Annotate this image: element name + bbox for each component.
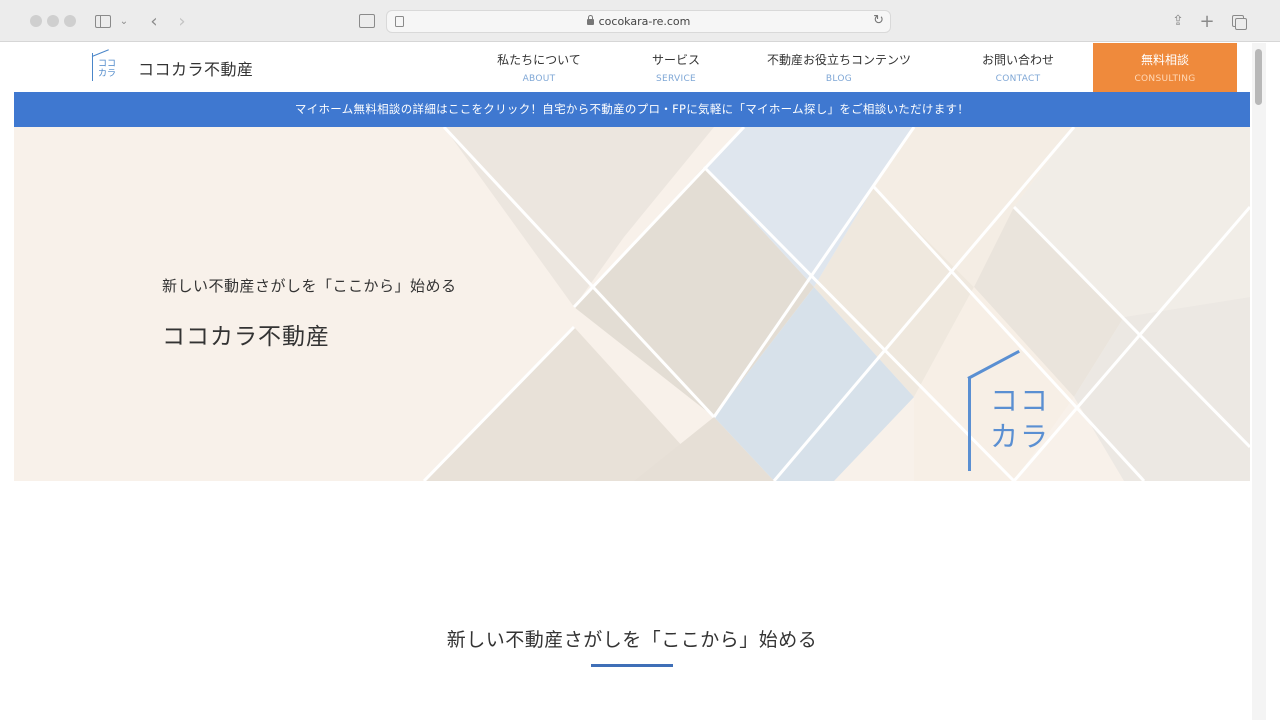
nav-item-about[interactable]: 私たちについて ABOUT: [484, 43, 594, 92]
site-logo[interactable]: ココカラ ココカラ不動産: [90, 51, 254, 85]
logo-mark-text: ココカラ: [98, 59, 117, 79]
logo-name: ココカラ不動産: [138, 60, 254, 79]
nav-item-service[interactable]: サービス SERVICE: [624, 43, 728, 92]
chevron-down-icon[interactable]: ⌄: [118, 10, 130, 32]
hero-logo-line-2: カラ: [990, 420, 1051, 453]
forward-icon[interactable]: ›: [174, 10, 190, 32]
nav-label-en: SERVICE: [655, 74, 697, 84]
back-icon[interactable]: ‹: [146, 10, 162, 32]
tabs-icon[interactable]: [1230, 10, 1247, 32]
nav-label-en: BLOG: [825, 74, 853, 84]
reload-icon[interactable]: ↻: [873, 13, 884, 28]
consultation-banner[interactable]: マイホーム無料相談の詳細はここをクリック！自宅から不動産のプロ・FPに気軽に「マ…: [14, 92, 1250, 127]
share-icon[interactable]: ⇪: [1170, 10, 1186, 32]
reader-icon[interactable]: [357, 10, 377, 32]
nav-label-en: CONSULTING: [1134, 74, 1196, 84]
nav-label-jp: 私たちについて: [497, 53, 581, 67]
hero-title: ココカラ不動産: [162, 324, 330, 350]
scrollbar-thumb[interactable]: [1255, 49, 1262, 105]
url-text: cocokara-re.com: [387, 15, 890, 28]
logo-mark: ココカラ: [90, 51, 124, 85]
hero-logo-line-1: ココ: [990, 384, 1051, 417]
nav-label-jp: サービス: [651, 53, 700, 67]
hero-logo-mark: ココ カラ: [966, 349, 1066, 471]
nav-label-jp: お問い合わせ: [981, 53, 1054, 67]
nav-item-contact[interactable]: お問い合わせ CONTACT: [968, 43, 1068, 92]
close-window-button[interactable]: [30, 15, 42, 27]
page-viewport: ココカラ ココカラ不動産 私たちについて ABOUT サービス SERVICE …: [14, 43, 1250, 720]
plus-icon[interactable]: +: [1199, 10, 1215, 32]
section-title-underline: [591, 664, 673, 667]
zoom-window-button[interactable]: [64, 15, 76, 27]
minimize-window-button[interactable]: [47, 15, 59, 27]
hero-section: 新しい不動産さがしを「ここから」始める ココカラ不動産 ココ カラ: [14, 127, 1250, 481]
browser-toolbar: ⌄ ‹ › cocokara-re.com ↻ ⇪ +: [0, 0, 1280, 42]
address-bar[interactable]: cocokara-re.com ↻: [386, 10, 891, 33]
nav-consulting-button[interactable]: 無料相談 CONSULTING: [1093, 43, 1237, 92]
lock-icon: [586, 15, 594, 25]
nav-label-en: CONTACT: [995, 74, 1041, 84]
hero-logo-text: ココ カラ: [990, 383, 1050, 455]
nav-label-en: ABOUT: [522, 74, 556, 84]
hero-subtitle: 新しい不動産さがしを「ここから」始める: [162, 277, 457, 295]
section-title: 新しい不動産さがしを「ここから」始める: [446, 629, 818, 651]
site-header: ココカラ ココカラ不動産 私たちについて ABOUT サービス SERVICE …: [14, 43, 1250, 92]
url-value: cocokara-re.com: [598, 15, 691, 28]
nav-label-jp: 無料相談: [1140, 53, 1189, 67]
house-icon: [968, 377, 971, 471]
sidebar-icon[interactable]: [94, 10, 112, 32]
page-scrollbar[interactable]: [1252, 43, 1266, 720]
nav-item-blog[interactable]: 不動産お役立ちコンテンツ BLOG: [754, 43, 924, 92]
nav-label-jp: 不動産お役立ちコンテンツ: [766, 53, 911, 67]
